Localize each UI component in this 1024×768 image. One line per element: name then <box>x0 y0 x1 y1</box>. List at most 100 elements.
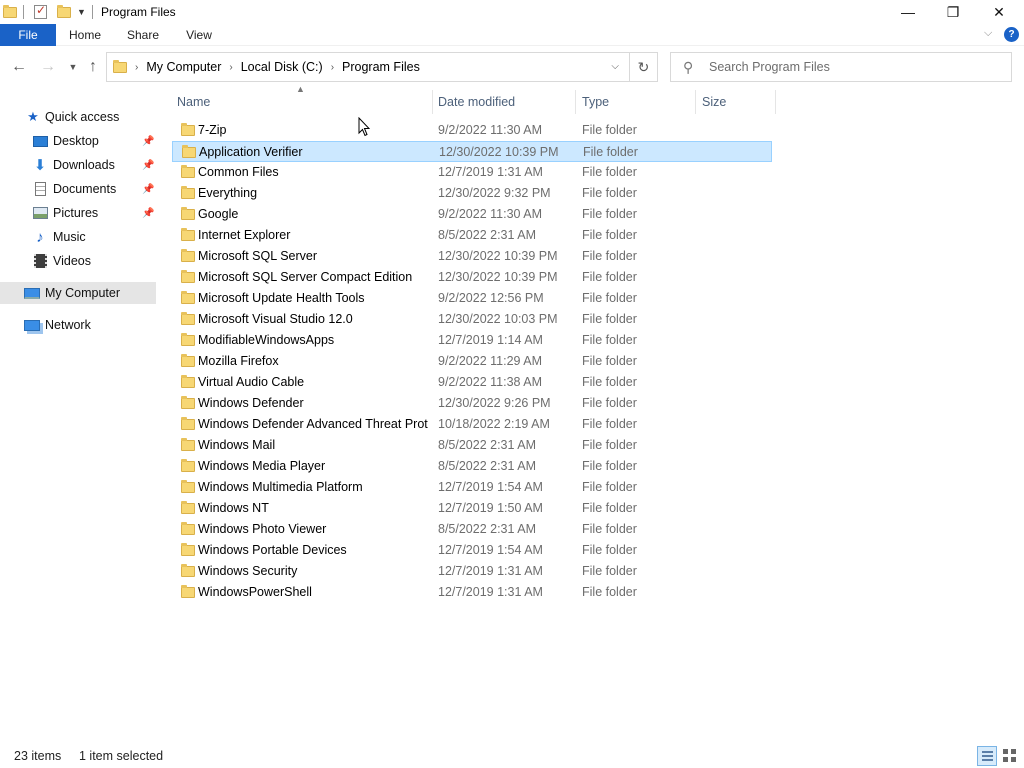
sidebar-item-label: Desktop <box>53 134 99 148</box>
column-header-size[interactable]: Size <box>702 90 772 114</box>
breadcrumb-local-disk[interactable]: Local Disk (C:) <box>241 60 323 74</box>
file-date-modified: 8/5/2022 2:31 AM <box>438 438 536 452</box>
chevron-right-icon[interactable]: › <box>331 62 334 73</box>
refresh-button[interactable]: ↻ <box>630 52 658 82</box>
sidebar-item-documents[interactable]: Documents 📌 <box>0 178 156 200</box>
file-date-modified: 12/30/2022 10:39 PM <box>438 270 558 284</box>
column-divider[interactable] <box>775 90 776 114</box>
column-divider[interactable] <box>695 90 696 114</box>
table-row[interactable]: Windows Security 12/7/2019 1:31 AM File fo… <box>172 561 772 582</box>
chevron-right-icon[interactable]: › <box>229 62 232 73</box>
sidebar-item-desktop[interactable]: Desktop 📌 <box>0 130 156 152</box>
table-row[interactable]: Windows Media Player 8/5/2022 2:31 AM File… <box>172 456 772 477</box>
table-row[interactable]: Microsoft Update Health Tools 9/2/2022 12… <box>172 288 772 309</box>
table-row[interactable]: Microsoft Visual Studio 12.0 12/30/2022 1… <box>172 309 772 330</box>
music-icon: ♪ <box>36 228 44 246</box>
tab-share[interactable]: Share <box>122 24 164 46</box>
folder-icon[interactable] <box>3 4 17 18</box>
file-date-modified: 12/30/2022 10:03 PM <box>438 312 558 326</box>
table-row[interactable]: Windows Defender Advanced Threat Prot...… <box>172 414 772 435</box>
sidebar-item-videos[interactable]: Videos <box>0 250 156 272</box>
navigation-bar: ← → ▼ ↑ › My Computer › Local Disk (C:) … <box>0 48 1024 86</box>
toolbar-separator <box>91 5 93 19</box>
file-date-modified: 12/7/2019 1:31 AM <box>438 585 543 599</box>
table-row[interactable]: Windows Defender 12/30/2022 9:26 PM File f… <box>172 393 772 414</box>
breadcrumb-my-computer[interactable]: My Computer <box>146 60 221 74</box>
folder-icon <box>181 291 195 304</box>
table-row[interactable]: Virtual Audio Cable 9/2/2022 11:38 AM File… <box>172 372 772 393</box>
tab-file[interactable]: File <box>0 24 56 46</box>
table-row[interactable]: Windows NT 12/7/2019 1:50 AM File folder <box>172 498 772 519</box>
table-row[interactable]: Microsoft SQL Server 12/30/2022 10:39 PM F… <box>172 246 772 267</box>
sidebar-item-label: Network <box>45 318 91 332</box>
item-count: 23 items <box>14 749 62 763</box>
sidebar-item-network[interactable]: Network <box>0 314 156 336</box>
column-divider[interactable] <box>575 90 576 114</box>
large-icons-view-button[interactable] <box>1000 746 1020 766</box>
file-name: Windows Media Player <box>198 459 326 473</box>
pin-icon[interactable]: 📌 <box>142 136 154 147</box>
file-name: Application Verifier <box>199 145 303 159</box>
folder-icon <box>182 145 196 158</box>
help-icon[interactable]: ? <box>1004 27 1019 42</box>
table-row[interactable]: Windows Multimedia Platform 12/7/2019 1:5… <box>172 477 772 498</box>
sidebar-item-label: Quick access <box>45 110 120 124</box>
file-date-modified: 12/30/2022 9:32 PM <box>438 186 551 200</box>
pin-icon[interactable]: 📌 <box>142 208 154 219</box>
tab-view[interactable]: View <box>178 24 220 46</box>
customize-toolbar-chevron-icon[interactable]: ▼ <box>77 7 86 17</box>
recent-locations-chevron-icon[interactable]: ▼ <box>62 57 84 77</box>
file-name: Windows Defender Advanced Threat Prot... <box>198 417 428 431</box>
column-divider[interactable] <box>432 90 433 114</box>
folder-icon <box>181 333 195 346</box>
up-button[interactable]: ↑ <box>82 57 104 77</box>
details-view-button[interactable] <box>977 746 997 766</box>
address-bar[interactable]: › My Computer › Local Disk (C:) › Progra… <box>106 52 630 82</box>
table-row[interactable]: Windows Mail 8/5/2022 2:31 AM File folder <box>172 435 772 456</box>
back-button[interactable]: ← <box>8 57 30 77</box>
sidebar-item-my-computer[interactable]: My Computer <box>0 282 156 304</box>
table-row[interactable]: Microsoft SQL Server Compact Edition 12/3… <box>172 267 772 288</box>
close-button[interactable]: ✕ <box>976 0 1022 24</box>
sidebar-item-music[interactable]: ♪ Music <box>0 226 156 248</box>
search-box[interactable]: ⚲ <box>670 52 1012 82</box>
expand-ribbon-chevron-icon[interactable]: ⌵ <box>984 27 992 40</box>
chevron-right-icon[interactable]: › <box>135 62 138 73</box>
pin-icon[interactable]: 📌 <box>142 184 154 195</box>
toolbar-separator <box>23 5 24 19</box>
table-row[interactable]: Windows Portable Devices 12/7/2019 1:54 A… <box>172 540 772 561</box>
forward-button[interactable]: → <box>37 57 59 77</box>
file-name: Common Files <box>198 165 279 179</box>
new-folder-icon[interactable] <box>57 4 71 18</box>
search-input[interactable] <box>709 58 999 76</box>
tab-home[interactable]: Home <box>62 24 108 46</box>
table-row[interactable]: Windows Photo Viewer 8/5/2022 2:31 AM File… <box>172 519 772 540</box>
column-header-type[interactable]: Type <box>582 90 692 114</box>
table-row[interactable]: Internet Explorer 8/5/2022 2:31 AM File fo… <box>172 225 772 246</box>
properties-icon[interactable] <box>34 3 47 19</box>
table-row[interactable]: Google 9/2/2022 11:30 AM File folder <box>172 204 772 225</box>
restore-button[interactable]: ❐ <box>930 0 976 24</box>
table-row[interactable]: Application Verifier 12/30/2022 10:39 PM F… <box>172 141 772 162</box>
navigation-pane: ★ Quick access Desktop 📌 ⬇ Downloads 📌 D… <box>0 96 160 742</box>
sidebar-item-pictures[interactable]: Pictures 📌 <box>0 202 156 224</box>
file-name: Everything <box>198 186 258 200</box>
table-row[interactable]: ModifiableWindowsApps 12/7/2019 1:14 AM Fi… <box>172 330 772 351</box>
table-row[interactable]: Everything 12/30/2022 9:32 PM File folder <box>172 183 772 204</box>
sidebar-item-downloads[interactable]: ⬇ Downloads 📌 <box>0 154 156 176</box>
pictures-icon <box>32 206 48 220</box>
sidebar-item-quick-access[interactable]: ★ Quick access <box>0 106 156 128</box>
table-row[interactable]: Common Files 12/7/2019 1:31 AM File folder <box>172 162 772 183</box>
pin-icon[interactable]: 📌 <box>142 160 154 171</box>
file-date-modified: 8/5/2022 2:31 AM <box>438 459 536 473</box>
column-header-date[interactable]: Date modified <box>438 90 574 114</box>
window-title: Program Files <box>101 5 176 19</box>
table-row[interactable]: 7-Zip 9/2/2022 11:30 AM File folder <box>172 120 772 141</box>
table-row[interactable]: WindowsPowerShell 12/7/2019 1:31 AM File f… <box>172 582 772 603</box>
breadcrumb-program-files[interactable]: Program Files <box>342 60 420 74</box>
minimize-button[interactable]: — <box>885 0 931 24</box>
address-history-chevron-icon[interactable]: ⌵ <box>611 61 619 72</box>
ribbon-tabs: File Home Share View ⌵ ? <box>0 24 1024 46</box>
column-header-name[interactable]: Name <box>177 90 431 114</box>
table-row[interactable]: Mozilla Firefox 9/2/2022 11:29 AM File fol… <box>172 351 772 372</box>
